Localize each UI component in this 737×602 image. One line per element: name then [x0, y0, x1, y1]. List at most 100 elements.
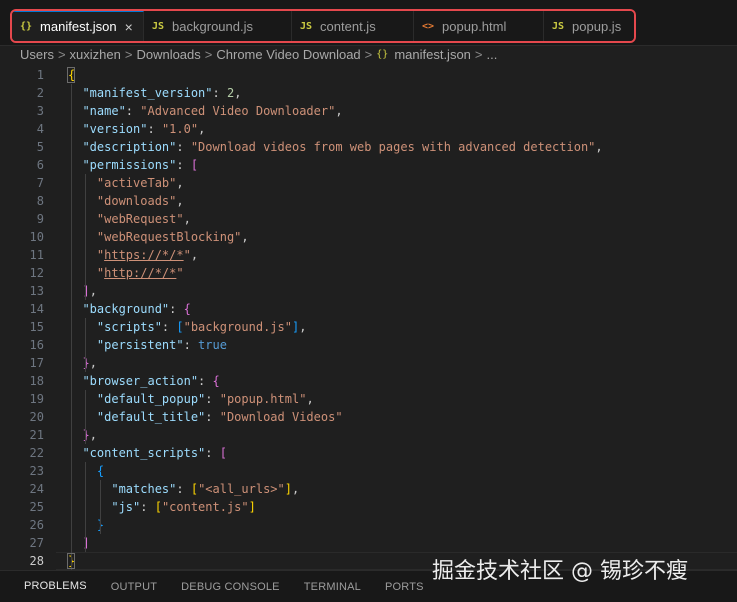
code-token: ,	[292, 482, 300, 496]
code-token: "webRequestBlocking"	[68, 230, 242, 244]
code-token: ,	[234, 86, 242, 100]
code-token: "content_scripts"	[68, 446, 206, 460]
code-token: "background"	[68, 302, 170, 316]
code-token: ,	[183, 212, 191, 226]
breadcrumb-file[interactable]: manifest.json	[394, 47, 471, 62]
code-token: [	[176, 320, 184, 334]
code-token: "browser_action"	[68, 374, 199, 388]
tab-label: popup.js	[572, 18, 622, 34]
breadcrumb-item[interactable]: Users	[20, 47, 54, 62]
code-line[interactable]: ],	[68, 282, 97, 300]
code-token: :	[176, 140, 191, 154]
indent-guide	[99, 480, 101, 534]
code-line[interactable]: "default_title": "Download Videos"	[68, 408, 343, 426]
code-line[interactable]: "content_scripts": [	[68, 444, 227, 462]
panel-tab-terminal[interactable]: TERMINAL	[304, 571, 361, 602]
line-number: 15	[29, 320, 44, 334]
line-number: 14	[29, 302, 44, 316]
code-token: "description"	[68, 140, 177, 154]
code-editor[interactable]: 1 2 3 4 5 6 7 8 9 10 11 12 13 14 15 16 17 18 19 20 21 22 23 24 2…	[0, 64, 737, 570]
line-number: 11	[29, 248, 44, 262]
code-token: "Download videos from web pages with adv…	[190, 140, 596, 154]
code-line[interactable]: "description": "Download videos from web…	[68, 138, 603, 156]
line-number: 26	[29, 518, 44, 532]
indent-guide	[85, 318, 87, 372]
code-token: "version"	[68, 122, 148, 136]
line-number: 1	[36, 68, 44, 82]
code-line[interactable]: "persistent": true	[68, 336, 227, 354]
line-number: 18	[29, 374, 44, 388]
chevron-right-icon: >	[124, 46, 133, 62]
file-type-js-icon: JS	[300, 20, 313, 32]
line-number: 24	[29, 482, 44, 496]
code-line[interactable]: "name": "Advanced Video Downloader",	[68, 102, 343, 120]
code-token: ,	[89, 284, 97, 298]
code-line[interactable]: "permissions": [	[68, 156, 198, 174]
code-line[interactable]: "matches": ["<all_urls>"],	[68, 480, 299, 498]
code-line[interactable]: "default_popup": "popup.html",	[68, 390, 314, 408]
panel-tab-ports[interactable]: PORTS	[385, 571, 424, 602]
json-file-icon: {}	[376, 48, 389, 60]
breadcrumb-item[interactable]: xuxizhen	[70, 47, 121, 62]
tab-manifest-json[interactable]: {} manifest.json ×	[12, 11, 144, 41]
code-token: :	[212, 86, 227, 100]
indent-guide	[85, 390, 87, 444]
line-number: 16	[29, 338, 44, 352]
bracket-match-highlight	[67, 67, 75, 83]
breadcrumb-item[interactable]: Chrome Video Download	[216, 47, 360, 62]
panel-tab-problems[interactable]: PROBLEMS	[24, 571, 87, 602]
code-token: "Download Videos"	[219, 410, 343, 424]
code-line[interactable]: "manifest_version": 2,	[68, 84, 241, 102]
code-line[interactable]: "https://*/*",	[68, 246, 198, 264]
code-token: [	[219, 446, 227, 460]
code-line[interactable]: "background": {	[68, 300, 190, 318]
tab-popup-html[interactable]: <> popup.html	[414, 11, 544, 41]
tab-label: popup.html	[442, 18, 507, 34]
code-token: :	[176, 158, 191, 172]
panel-tab-debug-console[interactable]: DEBUG CONSOLE	[181, 571, 280, 602]
code-token: ,	[306, 392, 314, 406]
tab-label: background.js	[172, 18, 253, 34]
breadcrumb-more[interactable]: ...	[487, 47, 498, 62]
line-number: 23	[29, 464, 44, 478]
tab-popup-js[interactable]: JS popup.js	[544, 11, 634, 41]
code-line[interactable]: "js": ["content.js"]	[68, 498, 256, 516]
line-number: 28	[29, 554, 44, 568]
code-line[interactable]: "browser_action": {	[68, 372, 219, 390]
code-line[interactable]: },	[68, 354, 96, 372]
tab-content-js[interactable]: JS content.js	[292, 11, 414, 41]
tab-bar: {} manifest.json × JS background.js JS content…	[0, 0, 737, 46]
code-line[interactable]: "webRequestBlocking",	[68, 228, 249, 246]
line-number: 21	[29, 428, 44, 442]
line-number: 25	[29, 500, 44, 514]
code-token: :	[183, 338, 199, 352]
breadcrumb-item[interactable]: Downloads	[136, 47, 200, 62]
code-token: "background.js"	[183, 320, 292, 334]
line-number: 4	[36, 122, 44, 136]
code-line[interactable]: "version": "1.0",	[68, 120, 205, 138]
code-token: "	[176, 266, 184, 280]
code-token: "	[183, 248, 191, 262]
line-number: 22	[29, 446, 44, 460]
close-icon[interactable]: ×	[125, 19, 133, 35]
code-token: ,	[176, 176, 184, 190]
tab-background-js[interactable]: JS background.js	[144, 11, 292, 41]
line-number: 27	[29, 536, 44, 550]
line-number: 9	[36, 212, 44, 226]
chevron-right-icon: >	[57, 46, 66, 62]
code-line[interactable]: "scripts": ["background.js"],	[68, 318, 307, 336]
code-token: :	[125, 104, 141, 118]
code-token: [	[190, 482, 199, 496]
line-number: 7	[36, 176, 44, 190]
code-line[interactable]: },	[68, 426, 96, 444]
watermark-text: 掘金技术社区 @ 锡珍不瘦	[432, 559, 688, 584]
code-token: "Advanced Video Downloader"	[140, 104, 336, 118]
panel-tab-output[interactable]: OUTPUT	[111, 571, 157, 602]
code-token: [	[154, 500, 162, 514]
tab-label: manifest.json	[40, 19, 117, 34]
code-token: ,	[595, 140, 603, 154]
code-token: :	[205, 446, 220, 460]
code-token: ,	[335, 104, 343, 118]
code-token: true	[198, 338, 227, 352]
code-token: ,	[176, 194, 184, 208]
